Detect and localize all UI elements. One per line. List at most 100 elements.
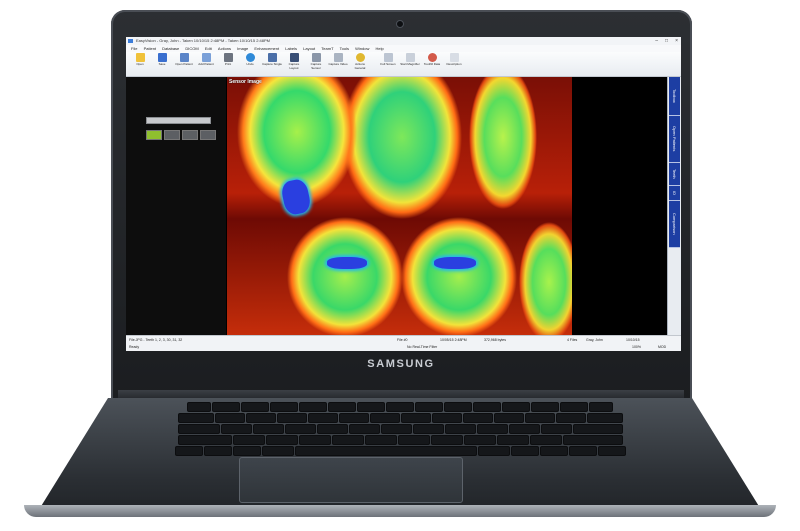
key[interactable] [332, 436, 363, 444]
key[interactable] [253, 425, 283, 433]
key[interactable] [175, 447, 202, 455]
actions-general-button[interactable]: Actions General [350, 53, 370, 74]
key[interactable] [188, 403, 210, 411]
key[interactable] [464, 436, 495, 444]
close-icon[interactable]: × [675, 37, 678, 45]
key[interactable] [233, 447, 260, 455]
key[interactable] [445, 403, 471, 411]
key[interactable] [530, 436, 561, 444]
key[interactable] [474, 403, 500, 411]
undo-button[interactable]: Undo [240, 53, 260, 74]
tab-teeth[interactable]: Teeth [669, 163, 680, 186]
key[interactable] [413, 425, 443, 433]
capture-layout-button[interactable]: Capture Layout [284, 53, 304, 74]
menu-file[interactable]: File [131, 45, 137, 52]
key[interactable] [277, 414, 306, 422]
key[interactable] [463, 414, 492, 422]
menu-help[interactable]: Help [375, 45, 383, 52]
key[interactable] [262, 447, 293, 455]
key[interactable] [308, 414, 337, 422]
key[interactable] [271, 403, 297, 411]
menu-teamt[interactable]: TeamT [321, 45, 333, 52]
key[interactable] [233, 436, 264, 444]
key[interactable] [370, 414, 399, 422]
key[interactable] [381, 425, 411, 433]
key[interactable] [494, 414, 523, 422]
key[interactable] [590, 403, 612, 411]
thumbnail[interactable] [200, 130, 216, 140]
key[interactable] [598, 447, 625, 455]
key[interactable] [299, 436, 330, 444]
print-button[interactable]: Print [218, 53, 238, 74]
key[interactable] [541, 425, 571, 433]
menu-enhancement[interactable]: Enhancement [254, 45, 279, 52]
key[interactable] [540, 447, 567, 455]
key[interactable] [221, 425, 251, 433]
full-screen-button[interactable]: Full Screen [378, 53, 398, 74]
add-patient-button[interactable]: Add Patient [196, 53, 216, 74]
maximize-icon[interactable]: □ [665, 37, 668, 45]
start-magnifier-button[interactable]: Start Magnifier [400, 53, 420, 74]
menu-actions[interactable]: Actions [218, 45, 231, 52]
menu-image[interactable]: Image [237, 45, 248, 52]
key[interactable] [215, 414, 244, 422]
key[interactable] [509, 425, 539, 433]
key[interactable] [563, 436, 622, 444]
key[interactable] [532, 403, 558, 411]
key[interactable] [561, 403, 587, 411]
capture-sensor-button[interactable]: Capture Sensor [306, 53, 326, 74]
spacebar[interactable] [295, 447, 476, 455]
minimize-icon[interactable]: – [655, 37, 658, 45]
menu-tools[interactable]: Tools [340, 45, 349, 52]
key[interactable] [416, 403, 442, 411]
menu-dicom[interactable]: DICOM [185, 45, 198, 52]
xray-image-viewer[interactable]: Sensor Image [227, 77, 572, 335]
key[interactable] [503, 403, 529, 411]
key[interactable] [478, 447, 509, 455]
menu-database[interactable]: Database [162, 45, 179, 52]
tab-id[interactable]: ID [669, 186, 680, 201]
search-input[interactable] [146, 117, 211, 124]
touchpad[interactable] [239, 457, 463, 503]
key[interactable] [432, 414, 461, 422]
menu-window[interactable]: Window [355, 45, 369, 52]
description-button[interactable]: Description [444, 53, 464, 74]
thumbnail[interactable] [146, 130, 162, 140]
key[interactable] [365, 436, 396, 444]
key[interactable] [213, 403, 239, 411]
menu-labels[interactable]: Labels [285, 45, 297, 52]
tab-open-patients[interactable]: Open Patients [669, 116, 680, 163]
key[interactable] [387, 403, 413, 411]
key[interactable] [573, 425, 622, 433]
capture-video-button[interactable]: Capture Video [328, 53, 348, 74]
key[interactable] [339, 414, 368, 422]
tab-toolbox[interactable]: Toolbox [669, 77, 680, 116]
save-button[interactable]: Save [152, 53, 172, 74]
menu-edit[interactable]: Edit [205, 45, 212, 52]
key[interactable] [477, 425, 507, 433]
open-button[interactable]: Open [130, 53, 150, 74]
key[interactable] [556, 414, 585, 422]
key[interactable] [285, 425, 315, 433]
key[interactable] [242, 403, 268, 411]
key[interactable] [525, 414, 554, 422]
key[interactable] [497, 436, 528, 444]
key[interactable] [178, 414, 213, 422]
key[interactable] [329, 403, 355, 411]
thumbnail[interactable] [164, 130, 180, 140]
tooth-data-button[interactable]: Tooth# Data [422, 53, 442, 74]
key[interactable] [266, 436, 297, 444]
thumbnail[interactable] [182, 130, 198, 140]
key[interactable] [398, 436, 429, 444]
open-patient-button[interactable]: Open Patient [174, 53, 194, 74]
capture-single-button[interactable]: Capture Single [262, 53, 282, 74]
key[interactable] [358, 403, 384, 411]
key[interactable] [317, 425, 347, 433]
key[interactable] [569, 447, 596, 455]
key[interactable] [587, 414, 622, 422]
tab-comparison[interactable]: Comparison [669, 201, 680, 248]
key[interactable] [178, 425, 219, 433]
key[interactable] [431, 436, 462, 444]
key[interactable] [349, 425, 379, 433]
key[interactable] [246, 414, 275, 422]
